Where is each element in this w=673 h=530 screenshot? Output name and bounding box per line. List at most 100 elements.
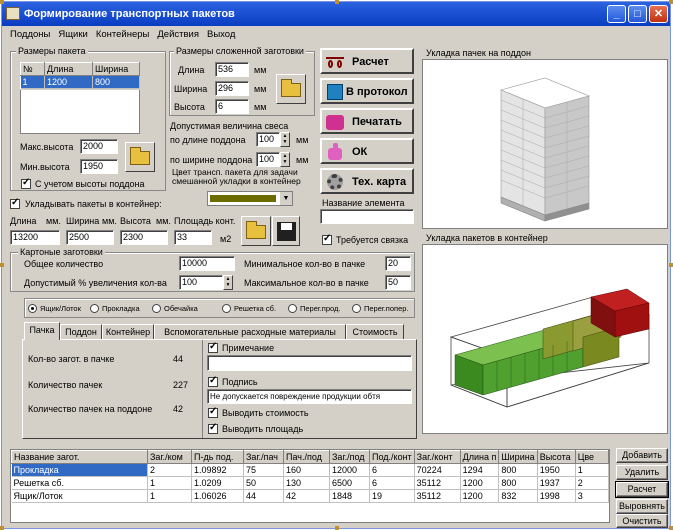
table-cell[interactable]: 130 bbox=[283, 476, 330, 490]
protocol-button[interactable]: В протокол bbox=[320, 78, 414, 104]
table-cell[interactable]: 1.0209 bbox=[191, 476, 244, 490]
table-cell[interactable]: Решетка сб. bbox=[11, 476, 148, 490]
chevron-down-icon[interactable]: ▼ bbox=[280, 192, 292, 205]
table-cell[interactable]: 19 bbox=[369, 489, 415, 503]
menu-pallets[interactable]: Поддоны bbox=[10, 27, 50, 42]
package-size-table[interactable]: № Длина Ширина 1 1200 800 bbox=[20, 62, 140, 89]
delete-button[interactable]: Удалить bbox=[616, 465, 668, 480]
table-cell[interactable]: 832 bbox=[498, 489, 538, 503]
element-name-input[interactable] bbox=[320, 209, 414, 224]
max-input[interactable]: 50 bbox=[385, 275, 411, 290]
table-cell[interactable]: 42 bbox=[283, 489, 330, 503]
table-row[interactable]: Прокладка 2 1.09892 75 160 12000 6 70224 1294 800… bbox=[11, 463, 610, 477]
radio-cross-partition[interactable] bbox=[352, 304, 361, 313]
container-area-input[interactable]: 33 bbox=[174, 230, 212, 245]
table-cell[interactable]: 50 bbox=[243, 476, 284, 490]
table-cell[interactable]: 35112 bbox=[414, 476, 461, 490]
binding-checkbox[interactable] bbox=[322, 233, 332, 245]
table-cell[interactable]: 1 bbox=[20, 75, 45, 89]
calculate-button[interactable]: Расчет bbox=[615, 481, 669, 498]
table-cell[interactable]: 800 bbox=[92, 75, 140, 89]
resize-grip[interactable] bbox=[0, 263, 4, 267]
table-cell[interactable]: 70224 bbox=[414, 463, 461, 477]
table-cell[interactable]: 1 bbox=[147, 489, 192, 503]
table-row[interactable]: Решетка сб. 1 1.0209 50 130 6500 6 35112 1200 800… bbox=[11, 476, 610, 490]
table-cell[interactable]: 800 bbox=[498, 476, 538, 490]
save-button[interactable] bbox=[272, 216, 300, 246]
table-cell[interactable]: 6500 bbox=[329, 476, 370, 490]
resize-grip[interactable] bbox=[669, 0, 673, 4]
resize-grip[interactable] bbox=[0, 0, 4, 4]
menu-actions[interactable]: Действия bbox=[157, 27, 199, 42]
calc-button[interactable]: Расчет bbox=[320, 48, 414, 74]
table-cell[interactable]: Ящик/Лоток bbox=[11, 489, 148, 503]
blank-height-input[interactable]: 6 bbox=[215, 99, 249, 114]
ok-button[interactable]: ОК bbox=[320, 138, 414, 164]
tab-cost[interactable]: Стоимость bbox=[346, 324, 404, 339]
table-cell[interactable]: 6 bbox=[369, 476, 415, 490]
table-cell[interactable]: 1 bbox=[575, 463, 610, 477]
open-blank-button[interactable] bbox=[276, 74, 306, 104]
sign-checkbox[interactable] bbox=[208, 375, 218, 387]
table-cell[interactable]: 1.09892 bbox=[191, 463, 244, 477]
table-row[interactable]: Ящик/Лоток 1 1.06026 44 42 1848 19 35112 1200 832… bbox=[11, 489, 610, 503]
add-button[interactable]: Добавить bbox=[616, 448, 668, 463]
results-table[interactable]: Название загот. Заг./ком П-дь под. Заг./… bbox=[11, 450, 610, 503]
tab-pack[interactable]: Пачка bbox=[24, 322, 60, 340]
radio-sleeve[interactable] bbox=[152, 304, 161, 313]
blank-length-input[interactable]: 536 bbox=[215, 62, 249, 77]
container-checkbox[interactable] bbox=[10, 197, 20, 209]
resize-grip[interactable] bbox=[0, 526, 4, 530]
table-cell[interactable]: 800 bbox=[498, 463, 538, 477]
table-cell[interactable]: 1 bbox=[147, 476, 192, 490]
table-cell[interactable]: 2 bbox=[147, 463, 192, 477]
sign-input[interactable]: Не допускается повреждение продукции обт… bbox=[207, 389, 412, 404]
table-cell[interactable]: 75 bbox=[243, 463, 284, 477]
tab-materials[interactable]: Вспомогательные расходные материалы bbox=[154, 324, 346, 339]
table-cell[interactable]: 1848 bbox=[329, 489, 370, 503]
table-cell[interactable]: 1200 bbox=[460, 489, 500, 503]
blank-width-input[interactable]: 296 bbox=[215, 81, 249, 96]
radio-box[interactable] bbox=[28, 304, 37, 313]
container-length-input[interactable]: 13200 bbox=[10, 230, 60, 245]
table-cell[interactable]: 1950 bbox=[537, 463, 576, 477]
resize-grip[interactable] bbox=[335, 0, 339, 4]
cost-checkbox[interactable] bbox=[208, 406, 218, 418]
overhang-length-input[interactable]: 100 bbox=[256, 132, 280, 147]
overhang-length-spinner[interactable]: ▲ ▼ bbox=[280, 132, 290, 147]
overhang-width-input[interactable]: 100 bbox=[256, 152, 280, 167]
resize-grip[interactable] bbox=[335, 526, 339, 530]
align-button[interactable]: Выровнять bbox=[616, 499, 668, 514]
table-cell[interactable]: 35112 bbox=[414, 489, 461, 503]
minimize-button[interactable]: _ bbox=[607, 5, 626, 23]
table-cell[interactable]: 2 bbox=[575, 476, 610, 490]
area-checkbox[interactable] bbox=[208, 422, 218, 434]
menu-containers[interactable]: Контейнеры bbox=[96, 27, 150, 42]
clear-button[interactable]: Очистить bbox=[616, 514, 668, 528]
menu-exit[interactable]: Выход bbox=[207, 27, 235, 42]
table-cell[interactable]: 1294 bbox=[460, 463, 500, 477]
radio-spacer[interactable] bbox=[90, 304, 99, 313]
print-button[interactable]: Печатать bbox=[320, 108, 414, 134]
container-height-input[interactable]: 2300 bbox=[120, 230, 168, 245]
table-cell[interactable]: 44 bbox=[243, 489, 284, 503]
max-height-input[interactable]: 2000 bbox=[80, 139, 118, 154]
pct-input[interactable]: 100 bbox=[179, 275, 223, 290]
close-button[interactable]: ✕ bbox=[649, 5, 668, 23]
pct-spinner[interactable]: ▲ ▼ bbox=[223, 275, 233, 290]
radio-grid[interactable] bbox=[222, 304, 231, 313]
total-input[interactable]: 10000 bbox=[179, 256, 235, 271]
table-cell[interactable]: 6 bbox=[369, 463, 415, 477]
resize-grip[interactable] bbox=[669, 526, 673, 530]
table-cell[interactable]: 1998 bbox=[537, 489, 576, 503]
menu-boxes[interactable]: Ящики bbox=[58, 27, 87, 42]
open-package-button[interactable] bbox=[125, 142, 155, 172]
pallet-height-checkbox[interactable] bbox=[21, 177, 31, 189]
min-height-input[interactable]: 1950 bbox=[80, 159, 118, 174]
table-cell[interactable]: 1200 bbox=[44, 75, 93, 89]
table-cell[interactable]: 1.06026 bbox=[191, 489, 244, 503]
table-cell[interactable]: 1937 bbox=[537, 476, 576, 490]
tech-card-button[interactable]: Тех. карта bbox=[320, 168, 414, 194]
table-cell[interactable]: 12000 bbox=[329, 463, 370, 477]
min-input[interactable]: 20 bbox=[385, 256, 411, 271]
